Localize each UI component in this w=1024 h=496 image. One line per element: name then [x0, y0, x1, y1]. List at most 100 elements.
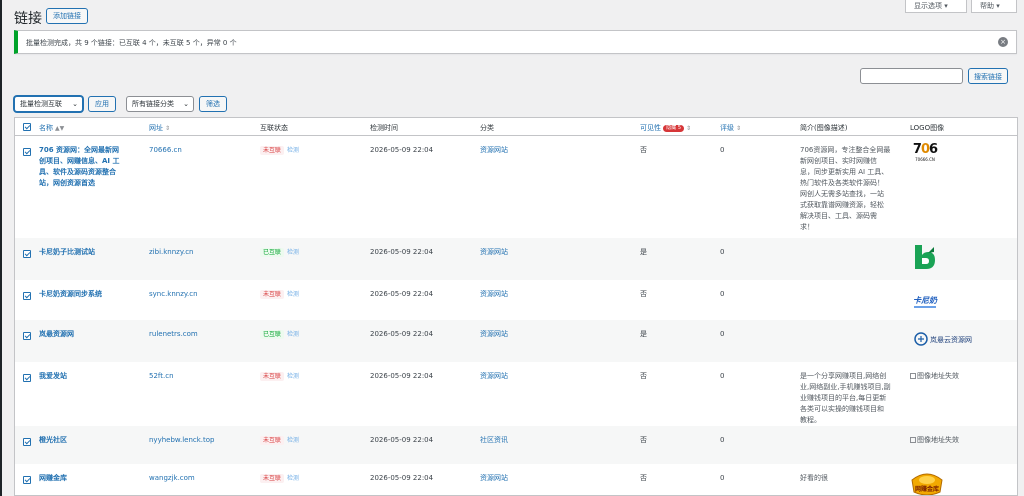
table-row: 卡尼奶子比测试站 zibi.knnzy.cn 已互联 检测 2026-05-09 22:… — [15, 238, 1017, 280]
check-link[interactable]: 检测 — [287, 331, 299, 338]
link-category[interactable]: 资源网站 — [480, 329, 508, 340]
svg-text:网赚金库: 网赚金库 — [915, 485, 939, 493]
link-category[interactable]: 资源网站 — [480, 473, 508, 484]
visibility-value: 否 — [640, 436, 647, 444]
link-description: 是一个分享网赚项目,网络创 业,网络副业,手机赚钱项目,副 业赚钱项目的平台,每日更… — [800, 372, 891, 424]
table-row: 我爱发站 52ft.cn 未互联 检测 2026-05-09 22:04 资源网站 否 0 是一… — [15, 362, 1017, 426]
logo-kaniz-image: 卡尼奶 — [910, 289, 940, 311]
table-row: 橙光社区 nyyhebw.lenck.top 未互联 检测 2026-05-09 22:… — [15, 426, 1017, 464]
check-link[interactable]: 检测 — [287, 437, 299, 444]
apply-button[interactable]: 应用 — [88, 96, 116, 112]
visibility-value: 否 — [640, 146, 647, 154]
broken-image-icon: 图像地址失效 — [910, 435, 959, 446]
column-visibility[interactable]: 可见性 隐藏 5 ⇕ — [640, 123, 691, 133]
link-name[interactable]: 我爱发站 — [39, 371, 67, 382]
rating-value: 0 — [720, 248, 725, 256]
check-time: 2026-05-09 22:04 — [370, 330, 434, 338]
visibility-value: 否 — [640, 290, 647, 298]
check-link[interactable]: 检测 — [287, 147, 299, 154]
rating-value: 0 — [720, 372, 725, 380]
status-cell: 未互联 检测 — [260, 435, 299, 446]
check-time: 2026-05-09 22:04 — [370, 248, 434, 256]
link-name[interactable]: 卡尼奶子比测试站 — [39, 247, 95, 258]
check-link[interactable]: 检测 — [287, 373, 299, 380]
table-header: 名称 ▲▼ 网址 ⇕ 互联状态 检测时间 分类 可见性 隐藏 5 ⇕ 评级 ⇕ 简介(图… — [15, 118, 1017, 136]
table-row: 706 资源网：全网最新网 创项目、网赚信息、AI 工具、软件及源码资源整合 站，网… — [15, 136, 1017, 238]
status-cell: 未互联 检测 — [260, 145, 299, 156]
svg-text:岚悬云资源网: 岚悬云资源网 — [930, 335, 972, 344]
bulk-action-value: 批量检测互联 — [20, 100, 62, 108]
success-notice: 批量检测完成，共 9 个链接：已互联 4 个，未互联 5 个，异常 0 个 × — [14, 30, 1017, 54]
link-name[interactable]: 橙光社区 — [39, 435, 67, 446]
link-url[interactable]: 70666.cn — [149, 145, 182, 156]
status-badge: 未互联 — [260, 436, 285, 445]
add-link-button[interactable]: 添加链接 — [46, 8, 88, 24]
visibility-value: 否 — [640, 372, 647, 380]
status-badge: 未互联 — [260, 474, 285, 483]
link-category[interactable]: 资源网站 — [480, 247, 508, 258]
logo-gold-image: 网赚金库 — [910, 470, 944, 495]
row-checkbox[interactable] — [23, 374, 31, 382]
link-name[interactable]: 岚悬资源网 — [39, 329, 74, 340]
rating-value: 0 — [720, 290, 725, 298]
link-url[interactable]: sync.knnzy.cn — [149, 289, 198, 300]
column-url[interactable]: 网址 ⇕ — [149, 123, 170, 133]
link-name[interactable]: 706 资源网：全网最新网 创项目、网赚信息、AI 工具、软件及源码资源整合 站，网… — [39, 145, 119, 189]
select-all-checkbox[interactable] — [23, 123, 31, 131]
status-badge: 已互联 — [260, 248, 285, 257]
check-link[interactable]: 检测 — [287, 475, 299, 482]
link-url[interactable]: rulenetrs.com — [149, 329, 198, 340]
bulk-action-select[interactable]: 批量检测互联 ⌄ — [14, 96, 83, 112]
search-input[interactable] — [860, 68, 963, 84]
dismiss-icon[interactable]: × — [998, 37, 1008, 47]
table-row: 卡尼奶资源同步系统 sync.knnzy.cn 未互联 检测 2026-05-09 22… — [15, 280, 1017, 320]
chevron-down-icon: ⌄ — [72, 100, 78, 108]
status-badge: 未互联 — [260, 146, 285, 155]
column-category: 分类 — [480, 124, 494, 132]
link-name[interactable]: 网赚金库 — [39, 473, 67, 484]
screen-options-button[interactable]: 显示选项 ▾ — [905, 0, 967, 13]
link-url[interactable]: 52ft.cn — [149, 371, 174, 382]
rating-value: 0 — [720, 436, 725, 444]
link-description: 好看的很 — [800, 474, 828, 482]
link-url[interactable]: wangzjk.com — [149, 473, 195, 484]
row-checkbox[interactable] — [23, 476, 31, 484]
link-url[interactable]: nyyhebw.lenck.top — [149, 435, 215, 446]
status-cell: 未互联 检测 — [260, 371, 299, 382]
filter-button[interactable]: 筛选 — [199, 96, 227, 112]
link-name[interactable]: 卡尼奶资源同步系统 — [39, 289, 102, 300]
link-category[interactable]: 社区资讯 — [480, 435, 508, 446]
status-cell: 已互联 检测 — [260, 247, 299, 258]
hidden-count-badge: 隐藏 5 — [663, 125, 685, 132]
check-time: 2026-05-09 22:04 — [370, 436, 434, 444]
row-checkbox[interactable] — [23, 148, 31, 156]
link-description: 706资源网，专注整合全网最 新网创项目、实时网赚信 息，同步更新实用 AI 工具、… — [800, 146, 891, 231]
broken-image-icon: 图像地址失效 — [910, 371, 959, 382]
column-rating[interactable]: 评级 ⇕ — [720, 123, 741, 133]
column-name[interactable]: 名称 ▲▼ — [39, 123, 64, 133]
row-checkbox[interactable] — [23, 438, 31, 446]
table-row: 岚悬资源网 rulenetrs.com 已互联 检测 2026-05-09 22:04 资… — [15, 320, 1017, 362]
check-link[interactable]: 检测 — [287, 291, 299, 298]
link-category[interactable]: 资源网站 — [480, 371, 508, 382]
page-title: 链接 — [14, 11, 42, 27]
search-links-button[interactable]: 搜索链接 — [968, 68, 1008, 84]
row-checkbox[interactable] — [23, 332, 31, 340]
status-badge: 未互联 — [260, 290, 285, 299]
status-cell: 已互联 检测 — [260, 329, 299, 340]
column-status: 互联状态 — [260, 124, 288, 132]
sort-icon: ⇕ — [165, 125, 171, 132]
sort-icon: ▲▼ — [55, 125, 65, 132]
column-logo: LOGO图像 — [910, 124, 945, 132]
check-link[interactable]: 检测 — [287, 249, 299, 256]
status-cell: 未互联 检测 — [260, 473, 299, 484]
link-url[interactable]: zibi.knnzy.cn — [149, 247, 194, 258]
link-category[interactable]: 资源网站 — [480, 289, 508, 300]
check-time: 2026-05-09 22:04 — [370, 372, 434, 380]
link-category[interactable]: 资源网站 — [480, 145, 508, 156]
category-filter-select[interactable]: 所有链接分类 ⌄ — [126, 96, 194, 112]
help-button[interactable]: 帮助 ▾ — [971, 0, 1017, 13]
row-checkbox[interactable] — [23, 292, 31, 300]
row-checkbox[interactable] — [23, 250, 31, 258]
column-time: 检测时间 — [370, 124, 398, 132]
